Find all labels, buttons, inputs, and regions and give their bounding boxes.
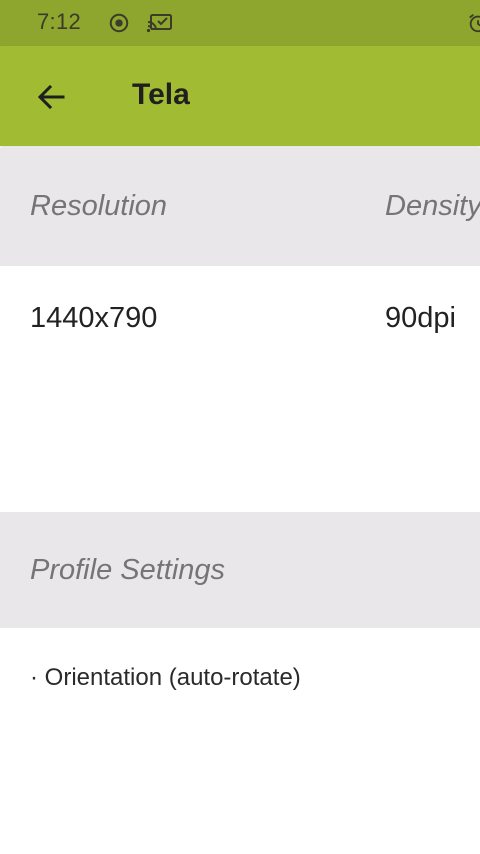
arrow-left-icon: [37, 84, 65, 110]
cast-icon: [146, 12, 174, 34]
density-value: 90dpi: [385, 302, 456, 334]
resolution-header: Resolution: [30, 190, 168, 222]
back-button[interactable]: [30, 76, 72, 118]
status-time: 7:12: [37, 9, 82, 34]
profile-settings-header: Profile Settings: [30, 554, 226, 586]
app-bar: Tela: [0, 46, 480, 146]
display-section-header: Resolution Density: [0, 148, 480, 266]
record-icon: [107, 12, 131, 34]
status-bar: 7:12: [0, 0, 480, 46]
screen: 7:12 Tela Resolution Density 1440x790 90…: [0, 0, 480, 854]
resolution-value: 1440x790: [30, 302, 158, 334]
density-header: Density: [385, 190, 480, 222]
page-title: Tela: [132, 78, 190, 111]
profile-item-orientation[interactable]: · Orientation (auto-rotate): [30, 664, 301, 692]
alarm-icon: [466, 12, 480, 34]
profile-section-header: Profile Settings: [0, 512, 480, 628]
